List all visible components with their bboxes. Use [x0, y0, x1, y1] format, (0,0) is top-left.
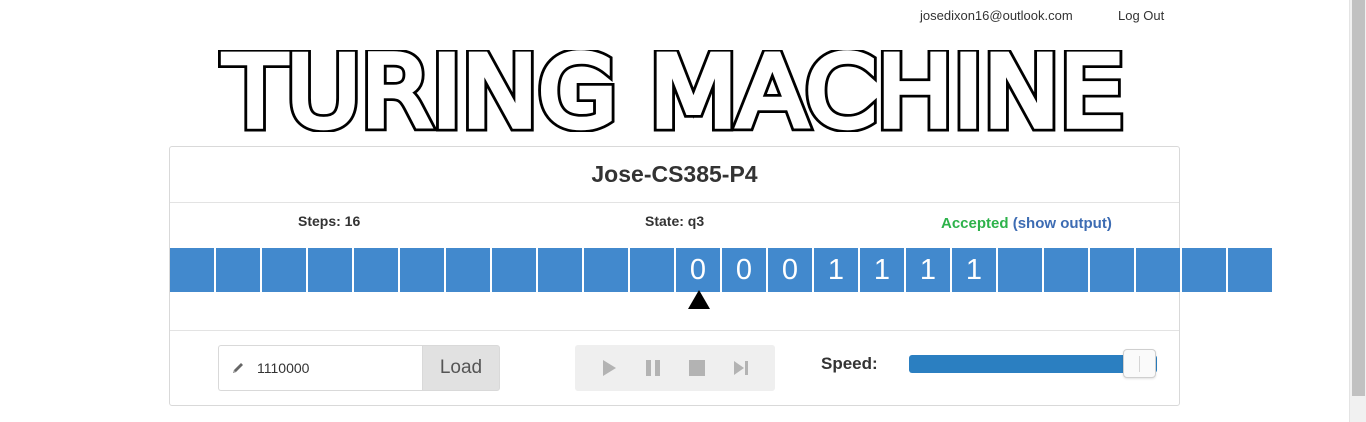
top-bar: josedixon16@outlook.com Log Out — [0, 0, 1349, 34]
show-output-link[interactable]: (show output) — [1013, 215, 1112, 232]
tape-cell — [1044, 248, 1088, 292]
controls-divider — [170, 330, 1179, 331]
tape: 0001111 — [170, 248, 1272, 292]
machine-title: Jose-CS385-P4 — [170, 147, 1179, 203]
load-button[interactable]: Load — [422, 345, 500, 391]
tape-cell: 1 — [906, 248, 950, 292]
logout-link[interactable]: Log Out — [1118, 8, 1164, 23]
result-status: Accepted (show output) — [941, 215, 1112, 232]
pause-icon — [646, 360, 660, 376]
svg-text:TURING MACHINE: TURING MACHINE — [223, 50, 1124, 132]
tape-cell — [446, 248, 490, 292]
scrollbar-thumb[interactable] — [1352, 0, 1365, 396]
handle-grip — [1139, 356, 1140, 372]
speed-slider-track[interactable] — [909, 355, 1157, 373]
step-forward-icon — [734, 361, 748, 375]
tape-cell — [998, 248, 1042, 292]
speed-slider-handle[interactable] — [1123, 349, 1156, 378]
tape-cell: 0 — [722, 248, 766, 292]
tape-cell — [1136, 248, 1180, 292]
tape-cell — [170, 248, 214, 292]
tape-cell — [400, 248, 444, 292]
tape-input-group: Load — [218, 345, 500, 391]
tape-cell — [262, 248, 306, 292]
status-row: Steps: 16 State: q3 Accepted (show outpu… — [170, 213, 1181, 233]
step-forward-button[interactable] — [729, 356, 753, 380]
tape-cell — [584, 248, 628, 292]
tape-cell — [216, 248, 260, 292]
tape-cell — [630, 248, 674, 292]
tape-cell: 0 — [676, 248, 720, 292]
tape-cell: 0 — [768, 248, 812, 292]
stop-button[interactable] — [685, 356, 709, 380]
tape-cell — [538, 248, 582, 292]
tape-input-wrap[interactable] — [218, 345, 422, 391]
tape-head-marker — [688, 290, 710, 309]
tape-cell: 1 — [814, 248, 858, 292]
page-scrollbar[interactable] — [1349, 0, 1366, 422]
pause-button[interactable] — [641, 356, 665, 380]
tape-input[interactable] — [257, 360, 417, 376]
tape-cell — [354, 248, 398, 292]
tape-cell: 1 — [952, 248, 996, 292]
playback-controls — [575, 345, 775, 391]
tape-cell — [308, 248, 352, 292]
current-state: State: q3 — [645, 213, 705, 229]
machine-panel: Jose-CS385-P4 Steps: 16 State: q3 Accept… — [169, 146, 1272, 406]
speed-label: Speed: — [821, 354, 878, 373]
accepted-label: Accepted — [941, 215, 1009, 232]
steps-counter: Steps: 16 — [298, 213, 361, 229]
play-icon — [603, 360, 616, 376]
tape-cell — [1228, 248, 1272, 292]
tape-cell — [1090, 248, 1134, 292]
tape-cell — [492, 248, 536, 292]
pencil-icon — [233, 363, 243, 373]
tape-cell — [1182, 248, 1226, 292]
stop-icon — [689, 360, 705, 376]
user-email: josedixon16@outlook.com — [920, 8, 1073, 23]
play-button[interactable] — [597, 356, 621, 380]
turing-machine-logo: TURING MACHINE TURING MACHINE TURING MAC… — [218, 50, 1130, 132]
tape-cell: 1 — [860, 248, 904, 292]
